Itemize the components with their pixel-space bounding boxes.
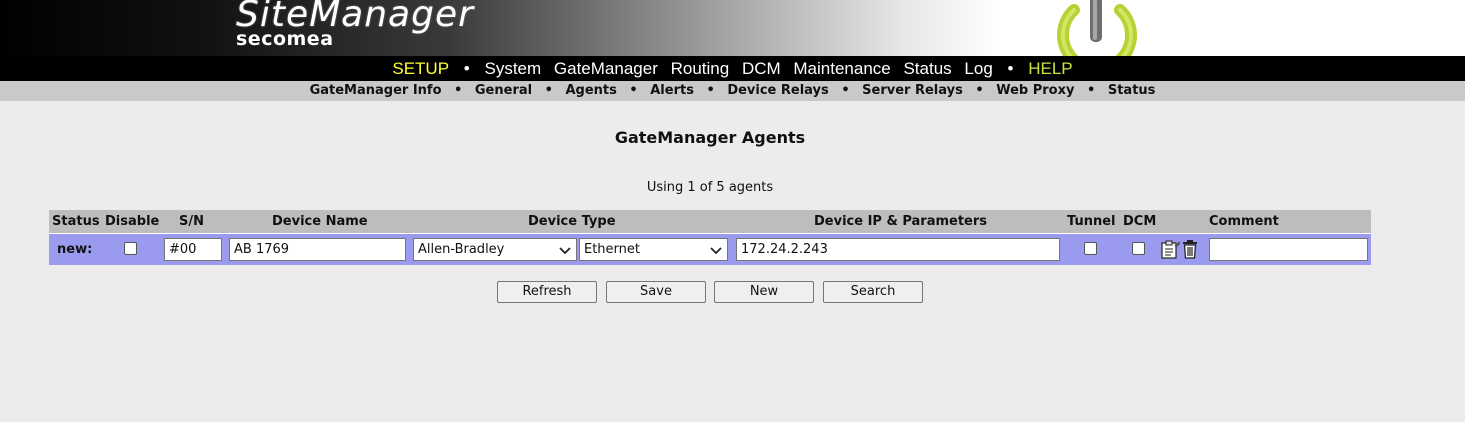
agents-table: Status Disable S/N Device Name Device Ty… [49,210,1371,266]
header-comment: Comment [1209,214,1279,229]
subnav-web-proxy[interactable]: Web Proxy [996,83,1074,98]
trash-icon[interactable] [1182,240,1198,259]
search-button[interactable]: Search [823,281,923,303]
subnav-separator: • [454,83,463,98]
subnav-separator: • [706,83,715,98]
device-name-input[interactable]: AB 1769 [229,238,406,261]
subnav-status[interactable]: Status [1108,83,1156,98]
header-device-name: Device Name [272,214,368,229]
nav-help[interactable]: HELP [1028,59,1072,78]
agent-usage-text: Using 1 of 5 agents [646,180,774,195]
tunnel-checkbox[interactable] [1084,242,1097,255]
chevron-down-icon [710,247,722,255]
dcm-checkbox[interactable] [1132,242,1145,255]
power-icon [1057,0,1137,56]
subnav-device-relays[interactable]: Device Relays [727,83,828,98]
subnav-separator: • [1087,83,1096,98]
comment-input[interactable] [1209,238,1368,261]
nav-gatemanager[interactable]: GateManager [554,59,658,78]
nav-dcm[interactable]: DCM [742,59,781,78]
subnav-separator: • [544,83,553,98]
new-button[interactable]: New [714,281,814,303]
subnav-server-relays[interactable]: Server Relays [862,83,963,98]
nav-routing[interactable]: Routing [671,59,730,78]
nav-system[interactable]: System [484,59,541,78]
device-ip-input[interactable]: 172.24.2.243 [736,238,1060,261]
sn-input[interactable]: #00 [164,238,222,261]
subnav-agents[interactable]: Agents [565,83,616,98]
row-status: new: [57,242,93,257]
header-device-ip: Device IP & Parameters [814,214,988,229]
nav-setup[interactable]: SETUP [392,59,449,78]
subnav-general[interactable]: General [475,83,532,98]
device-interface-select[interactable]: Ethernet [579,238,728,261]
header-tunnel: Tunnel [1067,214,1116,229]
properties-icon[interactable] [1161,240,1181,259]
nav-log[interactable]: Log [964,59,992,78]
sub-nav: GateManager Info • General • Agents • Al… [0,81,1465,101]
subnav-separator: • [841,83,850,98]
header-dcm: DCM [1123,214,1157,229]
main-nav: SETUP • System GateManager Routing DCM M… [0,56,1465,81]
nav-status[interactable]: Status [903,59,951,78]
header-disable: Disable [105,214,160,229]
device-vendor-value: Allen-Bradley [418,242,505,257]
save-button[interactable]: Save [606,281,706,303]
subnav-separator: • [975,83,984,98]
subnav-separator: • [629,83,638,98]
header-status: Status [52,214,100,229]
device-interface-value: Ethernet [584,242,640,257]
header-device-type: Device Type [528,214,616,229]
page-title: GateManager Agents [614,128,806,147]
header-banner: SiteManager secomea [0,0,1465,56]
nav-separator: • [463,59,470,78]
subnav-gatemanager-info[interactable]: GateManager Info [310,83,442,98]
refresh-button[interactable]: Refresh [497,281,597,303]
nav-separator: • [1007,59,1014,78]
table-header: Status Disable S/N Device Name Device Ty… [49,210,1371,233]
chevron-down-icon [559,247,571,255]
brand-subtitle: secomea [236,28,334,50]
header-sn: S/N [179,214,204,229]
nav-maintenance[interactable]: Maintenance [793,59,890,78]
subnav-alerts[interactable]: Alerts [650,83,694,98]
table-row: new: #00 AB 1769 Allen-Bradley Ethernet … [49,233,1371,265]
device-vendor-select[interactable]: Allen-Bradley [413,238,577,261]
disable-checkbox[interactable] [124,242,137,255]
